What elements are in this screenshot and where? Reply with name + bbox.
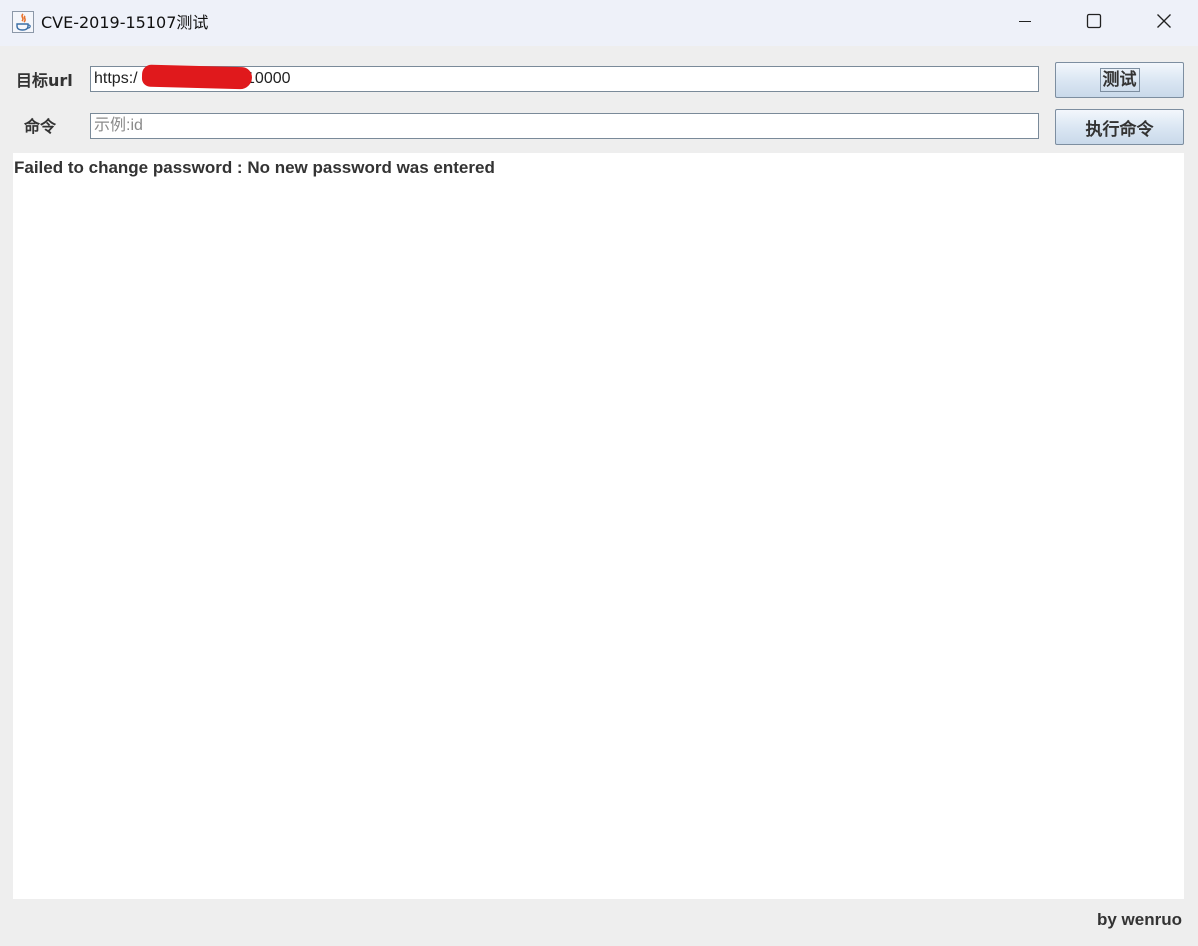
test-button[interactable]: 测试 bbox=[1055, 62, 1184, 98]
window-title: CVE-2019-15107测试 bbox=[41, 13, 209, 32]
minimize-button[interactable] bbox=[990, 0, 1060, 46]
execute-command-button[interactable]: 执行命令 bbox=[1055, 109, 1184, 145]
url-label: 目标url bbox=[16, 71, 73, 90]
app-window: CVE-2019-15107测试 目标url https:/:10000 测试 … bbox=[0, 0, 1198, 946]
url-field-prefix: https:/ bbox=[94, 70, 138, 87]
output-text: Failed to change password : No new passw… bbox=[14, 158, 495, 177]
minimize-icon bbox=[1017, 13, 1033, 33]
execute-command-label: 执行命令 bbox=[1085, 119, 1154, 140]
test-button-label: 测试 bbox=[1099, 68, 1140, 92]
title-bar[interactable]: CVE-2019-15107测试 bbox=[0, 0, 1198, 46]
close-icon bbox=[1156, 13, 1172, 33]
close-button[interactable] bbox=[1129, 0, 1198, 46]
command-input[interactable] bbox=[90, 113, 1039, 139]
redaction-mark bbox=[141, 64, 253, 90]
command-label: 命令 bbox=[24, 117, 57, 136]
maximize-icon bbox=[1086, 13, 1102, 33]
maximize-button[interactable] bbox=[1059, 0, 1129, 46]
output-area[interactable]: Failed to change password : No new passw… bbox=[13, 153, 1184, 899]
java-icon bbox=[12, 11, 34, 33]
footer-credit: by wenruo bbox=[1096, 910, 1182, 929]
